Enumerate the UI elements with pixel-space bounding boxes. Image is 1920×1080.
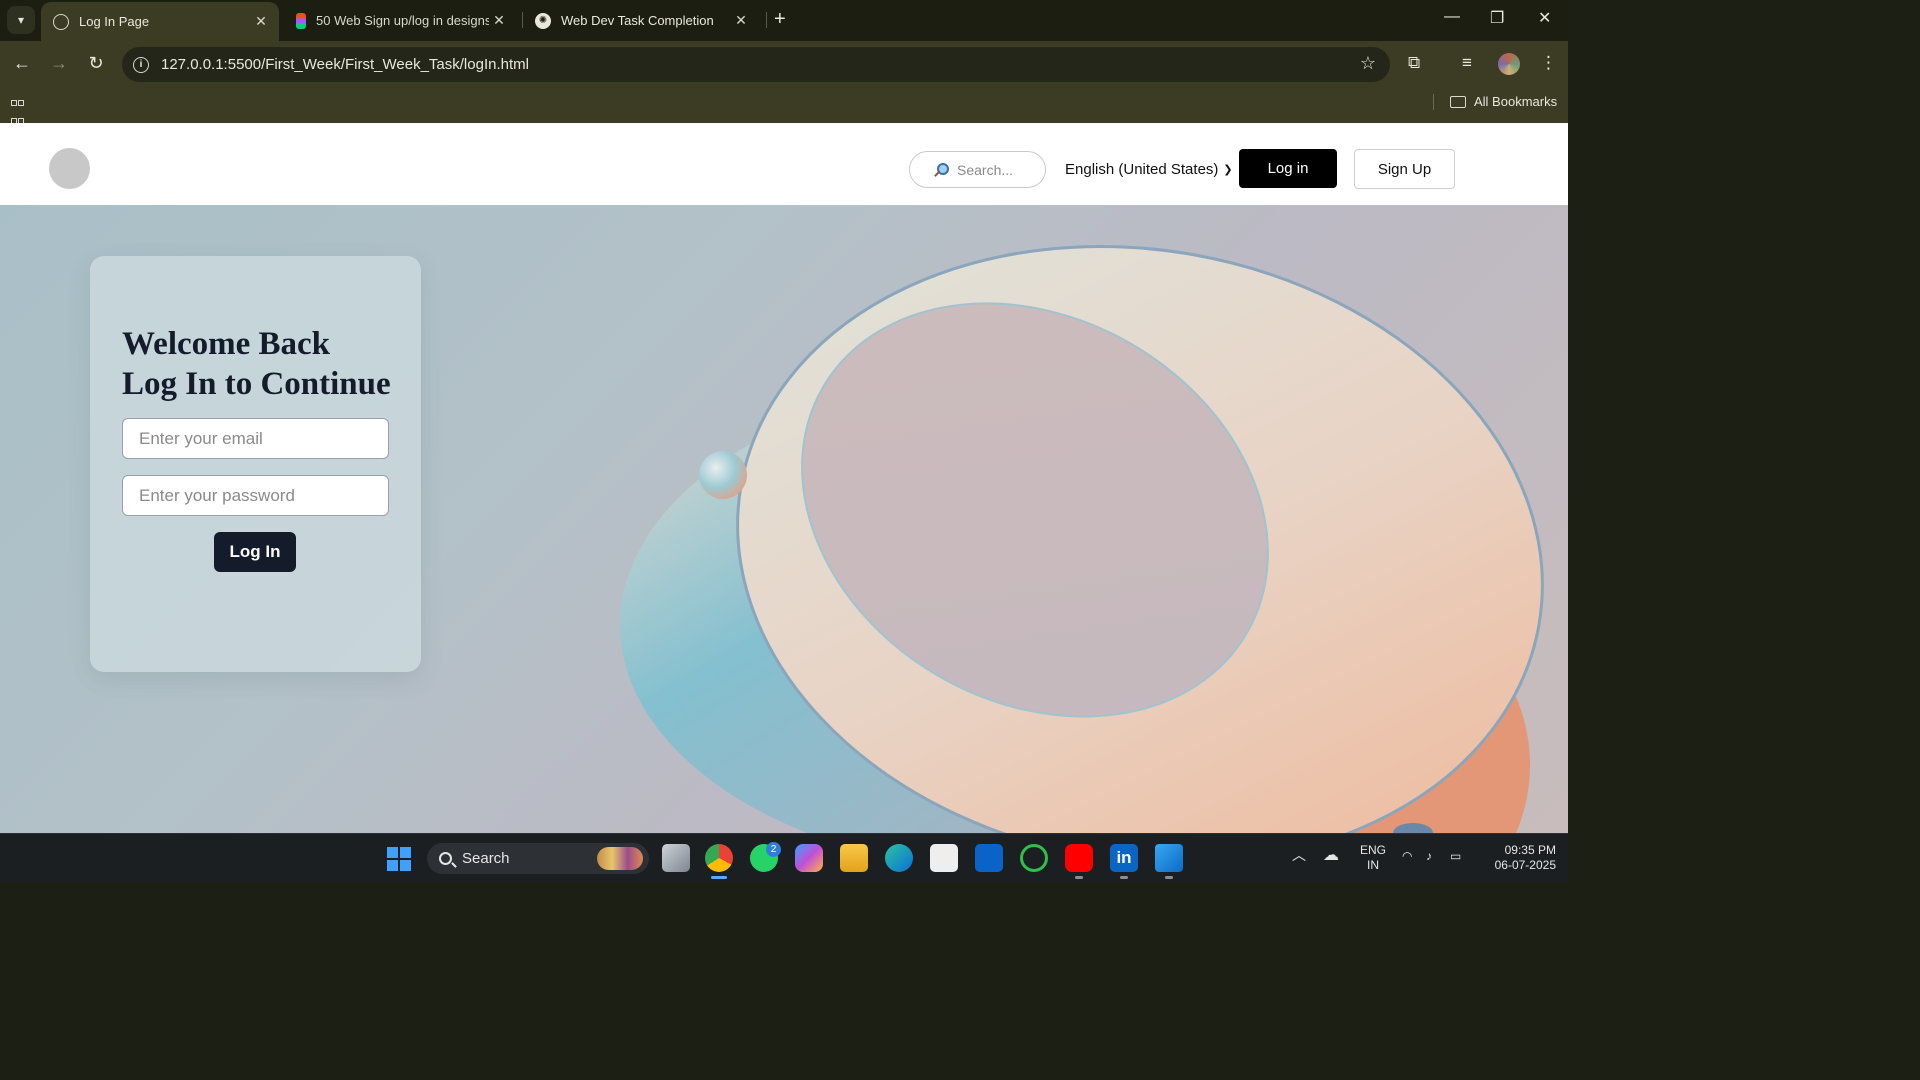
lang-line-1: ENG: [1359, 843, 1386, 857]
windows-taskbar: Search 2 in ︿ ☁ ENG IN ◠ ♪ ▭ 09:35 PM 06…: [0, 833, 1568, 882]
extensions-icon[interactable]: ⧉: [1408, 53, 1420, 73]
browser-toolbar: ← → ↻ i 127.0.0.1:5500/First_Week/First_…: [0, 41, 1568, 123]
clock[interactable]: 09:35 PM 06-07-2025: [1480, 843, 1556, 873]
task-view-icon[interactable]: [662, 844, 690, 872]
edge-icon[interactable]: [885, 844, 913, 872]
globe-icon: [53, 13, 69, 30]
file-explorer-icon[interactable]: [840, 844, 868, 872]
microsoft-store-icon[interactable]: [930, 844, 958, 872]
browser-tab-bar: ▾ Log In Page ✕ 50 Web Sign up/log in de…: [0, 0, 1568, 41]
chevron-up-icon[interactable]: ︿: [1292, 848, 1306, 863]
windows-start-icon[interactable]: [387, 847, 411, 871]
vscode-icon[interactable]: [1155, 844, 1183, 872]
address-bar[interactable]: i 127.0.0.1:5500/First_Week/First_Week_T…: [122, 47, 1390, 82]
tab-separator: [522, 12, 523, 28]
tab-log-in-page[interactable]: Log In Page ✕: [41, 2, 279, 41]
folder-icon: [1450, 95, 1466, 108]
language-indicator[interactable]: ENG IN: [1358, 843, 1388, 873]
tab-search-dropdown-icon[interactable]: ▾: [7, 6, 35, 34]
clock-time: 09:35 PM: [1504, 843, 1556, 857]
login-card: Welcome Back Log In to Continue Log In: [90, 256, 421, 672]
all-bookmarks[interactable]: All Bookmarks: [1450, 94, 1557, 109]
linkedin-running-indicator: [1120, 876, 1128, 879]
back-icon[interactable]: ←: [10, 53, 34, 74]
web-page: Search... English (United States) ❯ Log …: [0, 123, 1568, 833]
tab-web-signup-designs[interactable]: 50 Web Sign up/log in designs ✕: [285, 0, 517, 41]
chrome-menu-icon[interactable]: ⋮: [1540, 53, 1557, 73]
close-window-icon[interactable]: ✕: [1538, 8, 1551, 28]
taskbar-search-label: Search: [462, 850, 510, 867]
url-text: 127.0.0.1:5500/First_Week/First_Week_Tas…: [161, 56, 529, 73]
search-icon: [934, 162, 949, 177]
battery-icon[interactable]: ▭: [1450, 849, 1461, 864]
login-heading: Welcome Back Log In to Continue: [122, 324, 412, 404]
clock-date: 06-07-2025: [1494, 858, 1556, 872]
restore-icon[interactable]: ❐: [1490, 8, 1504, 28]
header-signup-button[interactable]: Sign Up: [1354, 149, 1455, 189]
taskbar-search[interactable]: Search: [427, 843, 649, 874]
tab-title: Web Dev Task Completion: [561, 13, 714, 28]
forward-icon[interactable]: →: [47, 53, 71, 74]
search-highlight-image: [597, 847, 643, 870]
password-field[interactable]: [122, 475, 389, 516]
chevron-down-icon: ❯: [1223, 164, 1233, 176]
chrome-icon[interactable]: [705, 844, 733, 872]
new-tab-icon[interactable]: +: [774, 8, 786, 31]
language-selector[interactable]: English (United States) ❯: [1065, 161, 1233, 178]
site-search-input[interactable]: Search...: [909, 151, 1046, 188]
search-placeholder: Search...: [957, 161, 1014, 178]
reload-icon[interactable]: ↻: [84, 53, 108, 74]
tab-separator: [766, 12, 767, 28]
tab-web-dev-task[interactable]: ✺ Web Dev Task Completion ✕: [527, 0, 759, 41]
tab-title: 50 Web Sign up/log in designs: [316, 13, 489, 28]
vscode-running-indicator: [1165, 876, 1173, 879]
heading-line-1: Welcome Back: [122, 326, 331, 362]
outlook-icon[interactable]: [975, 844, 1003, 872]
whatsapp-badge: 2: [766, 842, 781, 857]
wifi-icon[interactable]: ◠: [1402, 849, 1412, 864]
close-tab-icon[interactable]: ✕: [489, 12, 509, 29]
language-label: English (United States): [1065, 161, 1219, 178]
email-field[interactable]: [122, 418, 389, 459]
volume-icon[interactable]: ♪: [1426, 849, 1432, 864]
hero-section: Welcome Back Log In to Continue Log In: [0, 205, 1568, 833]
figma-icon: [296, 12, 306, 29]
site-info-icon[interactable]: i: [133, 56, 149, 73]
profile-avatar[interactable]: [1498, 53, 1520, 75]
site-logo[interactable]: [49, 148, 90, 189]
onedrive-icon[interactable]: ☁: [1323, 848, 1339, 864]
youtube-running-indicator: [1075, 876, 1083, 879]
heading-line-2: Log In to Continue: [122, 366, 391, 402]
bookmark-star-icon[interactable]: ☆: [1360, 53, 1376, 74]
copilot-icon[interactable]: [795, 844, 823, 872]
youtube-icon[interactable]: [1065, 844, 1093, 872]
all-bookmarks-label: All Bookmarks: [1474, 94, 1558, 109]
minimize-icon[interactable]: —: [1444, 8, 1460, 26]
linkedin-icon[interactable]: in: [1110, 844, 1138, 872]
chrome-running-indicator: [711, 876, 727, 879]
lang-line-2: IN: [1367, 858, 1379, 872]
login-submit-button[interactable]: Log In: [214, 532, 296, 572]
search-icon: [439, 852, 452, 865]
bookmarks-separator: [1433, 94, 1434, 110]
media-controls-icon[interactable]: ≡: [1462, 53, 1472, 73]
tab-title: Log In Page: [79, 14, 150, 29]
header-login-button[interactable]: Log in: [1239, 149, 1337, 188]
openai-icon: ✺: [535, 12, 551, 29]
close-tab-icon[interactable]: ✕: [251, 13, 271, 30]
close-tab-icon[interactable]: ✕: [731, 12, 751, 29]
sync-app-icon[interactable]: [1020, 844, 1048, 872]
site-header: Search... English (United States) ❯ Log …: [0, 123, 1568, 205]
